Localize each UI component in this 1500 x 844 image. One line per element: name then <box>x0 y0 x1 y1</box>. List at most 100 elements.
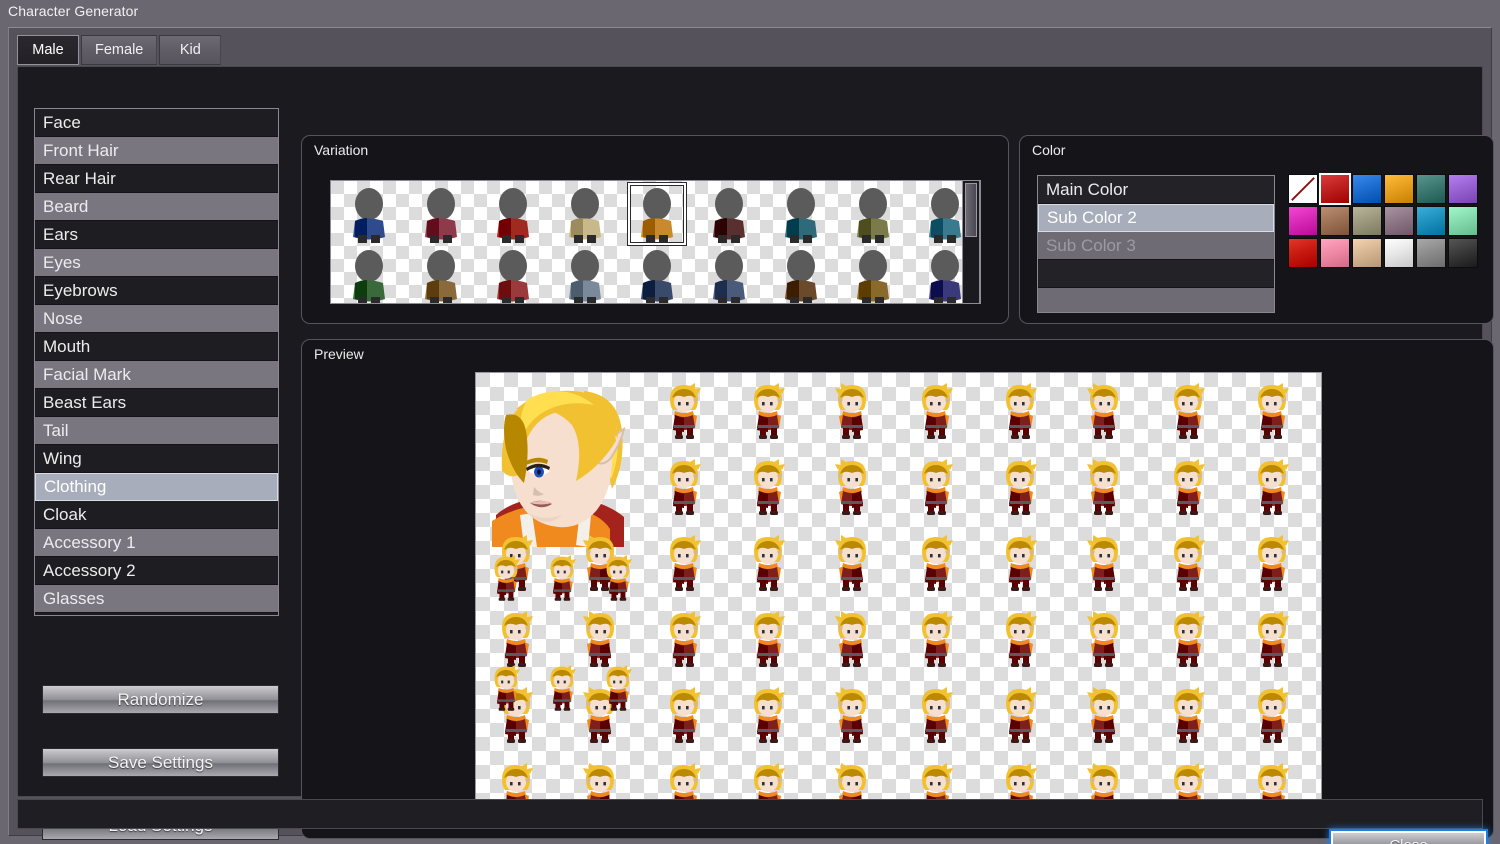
color-swatch-none[interactable] <box>1288 174 1318 204</box>
parts-list-item-mouth[interactable]: Mouth <box>35 333 278 361</box>
variation-sprite[interactable] <box>559 247 611 304</box>
color-swatch-teal-dark[interactable] <box>1416 174 1446 204</box>
color-channel-list[interactable]: Main ColorSub Color 2Sub Color 3 <box>1037 175 1275 313</box>
color-swatch-pink[interactable] <box>1320 238 1350 268</box>
parts-list-item-beard[interactable]: Beard <box>35 193 278 221</box>
color-swatch-palette[interactable] <box>1288 174 1478 268</box>
window-frame: MaleFemaleKid FaceFront HairRear HairBea… <box>8 27 1492 836</box>
color-swatch-tan[interactable] <box>1352 238 1382 268</box>
color-swatch-red[interactable] <box>1320 174 1350 204</box>
preview-sprite <box>1250 383 1294 439</box>
variation-sprite[interactable] <box>847 185 899 245</box>
variation-sprite[interactable] <box>487 185 539 245</box>
preview-sprite <box>1166 383 1210 439</box>
color-channel-sub-color-3[interactable]: Sub Color 3 <box>1038 232 1274 260</box>
color-swatch-blue[interactable] <box>1352 174 1382 204</box>
tab-male[interactable]: Male <box>17 35 79 65</box>
preview-sprite <box>1082 611 1126 667</box>
variation-sprite[interactable] <box>415 185 467 245</box>
preview-sprite <box>746 535 790 591</box>
color-swatch-khaki[interactable] <box>1352 206 1382 236</box>
variation-sprite[interactable] <box>343 185 395 245</box>
preview-sprite-small <box>600 665 636 711</box>
variation-sprite[interactable] <box>703 247 755 304</box>
variation-scrollbar-thumb[interactable] <box>965 183 977 237</box>
variation-sprite[interactable] <box>847 247 899 304</box>
variation-sprite[interactable] <box>703 185 755 245</box>
variation-grid[interactable] <box>330 180 981 304</box>
color-channel-main-color[interactable]: Main Color <box>1038 176 1274 204</box>
parts-listbox[interactable]: FaceFront HairRear HairBeardEarsEyesEyeb… <box>34 108 279 616</box>
variation-sprite[interactable] <box>487 247 539 304</box>
color-swatch-mauve[interactable] <box>1384 206 1414 236</box>
preview-sprite <box>1166 687 1210 743</box>
tab-kid[interactable]: Kid <box>159 35 221 65</box>
color-swatch-gold[interactable] <box>1384 174 1414 204</box>
color-swatch-cyan[interactable] <box>1416 206 1446 236</box>
parts-list-item-glasses[interactable]: Glasses <box>35 585 278 613</box>
variation-group: Variation <box>301 135 1009 324</box>
preview-sprite <box>494 611 538 667</box>
preview-sprite <box>1082 383 1126 439</box>
color-swatch-brown[interactable] <box>1320 206 1350 236</box>
color-channel-empty-4[interactable] <box>1038 288 1274 313</box>
color-channel-empty-3[interactable] <box>1038 260 1274 288</box>
preview-sprite <box>1082 535 1126 591</box>
bottom-bar <box>17 799 1483 829</box>
preview-sprite <box>746 383 790 439</box>
randomize-button[interactable]: Randomize <box>42 685 279 714</box>
variation-sprite[interactable] <box>559 185 611 245</box>
color-swatch-gray[interactable] <box>1416 238 1446 268</box>
preview-sprite-small <box>600 555 636 601</box>
preview-sprite <box>1250 535 1294 591</box>
parts-list-item-clothing[interactable]: Clothing <box>35 473 278 501</box>
parts-list-item-face[interactable]: Face <box>35 109 278 137</box>
title-bar: Character Generator <box>0 0 1500 26</box>
color-channel-sub-color-2[interactable]: Sub Color 2 <box>1038 204 1274 232</box>
preview-sprite <box>998 459 1042 515</box>
parts-list-item-beast-ears[interactable]: Beast Ears <box>35 389 278 417</box>
color-swatch-mint[interactable] <box>1448 206 1478 236</box>
preview-sprite <box>914 611 958 667</box>
color-swatch-orange-red[interactable] <box>1288 238 1318 268</box>
preview-sprite <box>662 611 706 667</box>
preview-sprite <box>746 459 790 515</box>
preview-sprite <box>1082 687 1126 743</box>
color-swatch-magenta[interactable] <box>1288 206 1318 236</box>
parts-list-item-eyes[interactable]: Eyes <box>35 249 278 277</box>
variation-sprite[interactable] <box>631 185 683 245</box>
variation-sprite[interactable] <box>343 247 395 304</box>
color-swatch-purple[interactable] <box>1448 174 1478 204</box>
preview-sprite <box>1250 687 1294 743</box>
preview-sprite <box>998 535 1042 591</box>
preview-sprite <box>662 535 706 591</box>
variation-sprite[interactable] <box>775 185 827 245</box>
close-button[interactable]: Close <box>1331 831 1486 844</box>
main-pane: FaceFront HairRear HairBeardEarsEyesEyeb… <box>17 66 1483 797</box>
parts-list-item-rear-hair[interactable]: Rear Hair <box>35 165 278 193</box>
variation-sprite[interactable] <box>775 247 827 304</box>
parts-list-item-facial-mark[interactable]: Facial Mark <box>35 361 278 389</box>
parts-list-item-front-hair[interactable]: Front Hair <box>35 137 278 165</box>
variation-sprite[interactable] <box>631 247 683 304</box>
parts-list-item-accessory-2[interactable]: Accessory 2 <box>35 557 278 585</box>
save-settings-button[interactable]: Save Settings <box>42 748 279 777</box>
preview-sprite <box>830 611 874 667</box>
parts-list-item-tail[interactable]: Tail <box>35 417 278 445</box>
preview-sprite <box>830 687 874 743</box>
tab-female[interactable]: Female <box>81 35 157 65</box>
parts-list-item-wing[interactable]: Wing <box>35 445 278 473</box>
color-swatch-charcoal[interactable] <box>1448 238 1478 268</box>
parts-list-item-eyebrows[interactable]: Eyebrows <box>35 277 278 305</box>
preview-sprite <box>998 383 1042 439</box>
variation-sprite[interactable] <box>415 247 467 304</box>
preview-sprite <box>914 687 958 743</box>
parts-list-item-ears[interactable]: Ears <box>35 221 278 249</box>
window-title: Character Generator <box>8 3 138 19</box>
preview-sprite <box>1166 459 1210 515</box>
parts-list-item-cloak[interactable]: Cloak <box>35 501 278 529</box>
parts-list-item-nose[interactable]: Nose <box>35 305 278 333</box>
color-swatch-white[interactable] <box>1384 238 1414 268</box>
variation-scrollbar[interactable] <box>962 180 980 304</box>
parts-list-item-accessory-1[interactable]: Accessory 1 <box>35 529 278 557</box>
